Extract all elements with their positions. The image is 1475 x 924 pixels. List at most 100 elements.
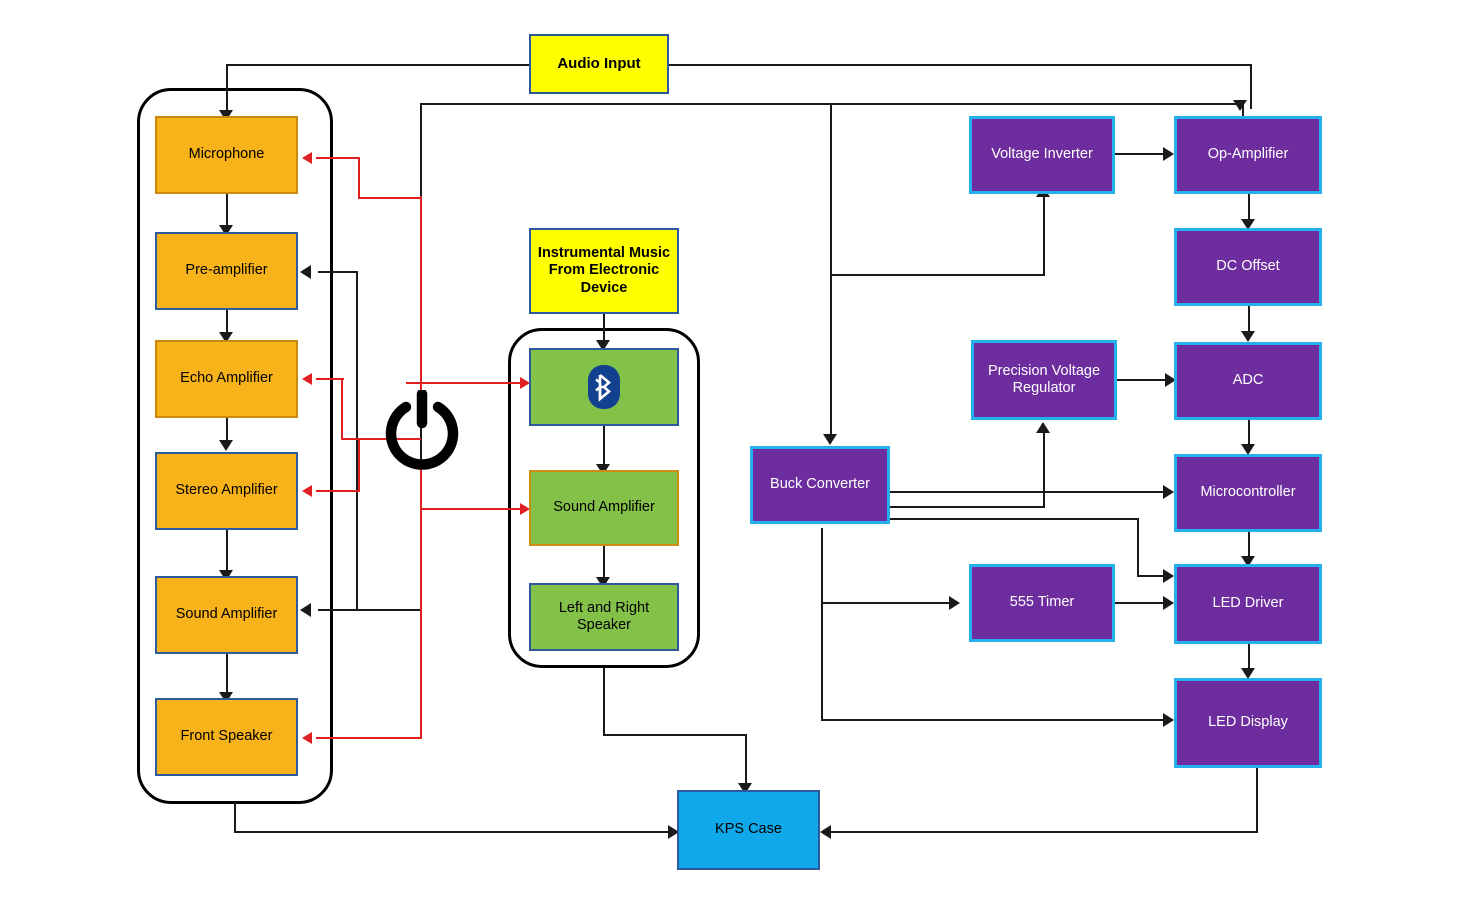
microcontroller-box[interactable]: Microcontroller	[1174, 454, 1322, 532]
audio-input-label: Audio Input	[557, 55, 641, 73]
arrow-into-preamp	[300, 265, 311, 279]
wire-btgroup-down	[603, 668, 605, 734]
wire-buck-to-leddriver-h1	[889, 518, 1139, 520]
pre-amplifier-box[interactable]: Pre-amplifier	[155, 232, 298, 310]
wire-buck-to-timer-h	[821, 602, 957, 604]
instrumental-music-box[interactable]: Instrumental Music From Electronic Devic…	[529, 228, 679, 314]
arrow-into-kps-right	[820, 825, 831, 839]
buck-converter-box[interactable]: Buck Converter	[750, 446, 890, 524]
power-button-icon[interactable]	[381, 388, 463, 472]
left-right-speaker-label: Left and Right Speaker	[558, 599, 650, 633]
wire-to-preamp-h	[318, 271, 358, 273]
microphone-box[interactable]: Microphone	[155, 116, 298, 194]
wire-leddisplay-to-kps-v	[1256, 768, 1258, 832]
arrow-to-opamplifier	[1233, 100, 1247, 111]
timer-555-box[interactable]: 555 Timer	[969, 564, 1115, 642]
wire-soundamp-to-frontspeaker	[226, 651, 228, 697]
precision-voltage-regulator-label: Precision Voltage Regulator	[987, 362, 1101, 396]
buck-converter-label: Buck Converter	[770, 476, 870, 493]
wire-to-voltageinverter-v	[1043, 196, 1045, 276]
arrow-buck-to-leddisplay	[1163, 713, 1174, 727]
arrow-power-to-echoamp	[302, 373, 312, 385]
wire-power-to-stereo-h	[316, 490, 360, 492]
wire-buck-to-pvr-h	[889, 506, 1045, 508]
wire-power-to-echo-h1	[316, 378, 344, 380]
wire-power-to-mic-h1	[316, 157, 360, 159]
wire-to-soundamp-h	[318, 609, 422, 611]
wire-leddisplay-to-kps-h	[830, 831, 1258, 833]
wire-buck-to-timer-v	[821, 528, 823, 603]
audio-input-box[interactable]: Audio Input	[529, 34, 669, 94]
bluetooth-module-box[interactable]	[529, 348, 679, 426]
arrow-power-to-frontspeaker	[302, 732, 312, 744]
wire-power-to-mic-h2	[358, 197, 422, 199]
wire-power-to-mic-v	[358, 157, 360, 199]
left-right-speaker-box[interactable]: Left and Right Speaker	[529, 583, 679, 651]
voltage-inverter-box[interactable]: Voltage Inverter	[969, 116, 1115, 194]
arrow-vi-to-opamp	[1163, 147, 1174, 161]
wire-power-to-echo-v	[341, 378, 343, 440]
op-amplifier-box[interactable]: Op-Amplifier	[1174, 116, 1322, 194]
wire-power-to-stereo-v	[358, 438, 360, 492]
timer-555-label: 555 Timer	[1009, 594, 1075, 611]
kps-case-label: KPS Case	[715, 821, 782, 838]
dc-offset-label: DC Offset	[1216, 258, 1280, 275]
op-amplifier-label: Op-Amplifier	[1207, 146, 1289, 163]
arrow-timer-to-leddriver	[1163, 596, 1174, 610]
front-speaker-box[interactable]: Front Speaker	[155, 698, 298, 776]
arrow-power-to-microphone	[302, 152, 312, 164]
arrow-power-to-stereoamp	[302, 485, 312, 497]
microphone-label: Microphone	[188, 146, 265, 163]
pre-amplifier-label: Pre-amplifier	[185, 262, 268, 279]
bluetooth-sound-amplifier-box[interactable]: Sound Amplifier	[529, 470, 679, 546]
arrow-into-pvr	[1036, 422, 1050, 433]
wire-power-to-greensoundamp	[420, 508, 524, 510]
arrow-buck-to-mcu	[1163, 485, 1174, 499]
precision-voltage-regulator-box[interactable]: Precision Voltage Regulator	[971, 340, 1117, 420]
arrow-dcoffset-to-adc	[1241, 331, 1255, 342]
wire-btgroup-to-kps-v	[745, 734, 747, 790]
wire-audioinput-left	[226, 64, 529, 66]
kps-case-box[interactable]: KPS Case	[677, 790, 820, 870]
arrow-echo-to-stereo	[219, 440, 233, 451]
wire-bus-to-buck	[830, 103, 832, 440]
wire-audioinput-right-down	[1250, 64, 1252, 109]
arrow-into-soundamp	[300, 603, 311, 617]
microphone-chain-group	[137, 88, 333, 804]
wire-buck-to-pvr-v	[1043, 432, 1045, 508]
adc-box[interactable]: ADC	[1174, 342, 1322, 420]
wire-power-to-frontspeaker-h	[316, 737, 422, 739]
led-driver-label: LED Driver	[1212, 595, 1284, 612]
wire-power-to-frontspeaker-v	[420, 610, 422, 739]
front-speaker-label: Front Speaker	[180, 728, 273, 745]
arrow-into-buck	[823, 434, 837, 445]
wire-power-down-spine	[420, 468, 422, 612]
bluetooth-sound-amplifier-label: Sound Amplifier	[553, 499, 655, 516]
led-display-label: LED Display	[1208, 714, 1288, 731]
echo-amplifier-label: Echo Amplifier	[180, 370, 273, 387]
wire-btgroup-to-kps-h	[603, 734, 745, 736]
stereo-amplifier-label: Stereo Amplifier	[175, 482, 278, 499]
echo-amplifier-box[interactable]: Echo Amplifier	[155, 340, 298, 418]
block-diagram-canvas: Audio Input Instrumental Music From Elec…	[0, 0, 1475, 924]
wire-to-voltageinverter-h	[830, 274, 1045, 276]
wire-buck-to-leddriver-v	[1137, 518, 1139, 576]
wire-buck-to-leddisplay-v	[821, 602, 823, 720]
arrow-buck-to-timer	[949, 596, 960, 610]
wire-micgroup-down	[234, 802, 236, 832]
dc-offset-box[interactable]: DC Offset	[1174, 228, 1322, 306]
wire-bus-top	[420, 103, 1244, 105]
wire-audioinput-right	[669, 64, 1252, 66]
wire-stereo-to-soundamp	[226, 528, 228, 576]
led-display-box[interactable]: LED Display	[1174, 678, 1322, 768]
wire-power-to-bluetooth	[406, 382, 524, 384]
led-driver-box[interactable]: LED Driver	[1174, 564, 1322, 644]
wire-buck-to-mcu	[889, 491, 1171, 493]
microcontroller-label: Microcontroller	[1200, 484, 1296, 501]
wire-micgroup-to-kps	[234, 831, 677, 833]
bluetooth-icon	[583, 364, 625, 410]
wire-audioinput-down	[226, 64, 228, 114]
sound-amplifier-box[interactable]: Sound Amplifier	[155, 576, 298, 654]
stereo-amplifier-box[interactable]: Stereo Amplifier	[155, 452, 298, 530]
instrumental-music-label: Instrumental Music From Electronic Devic…	[537, 245, 671, 296]
